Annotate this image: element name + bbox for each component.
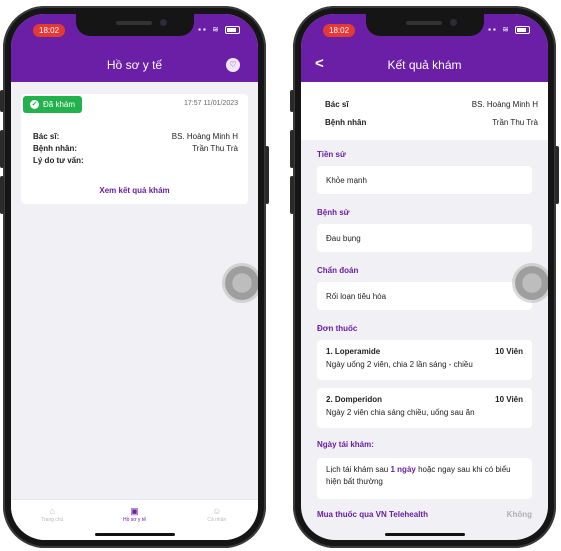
wifi-icon: ≋ <box>502 25 511 34</box>
home-icon: ⌂ <box>49 506 55 516</box>
power-button <box>555 146 559 204</box>
diagnosis-title: Chẩn đoán <box>317 266 359 275</box>
drug-quantity: 10 Viên <box>495 395 523 404</box>
tab-profile-label: Cá nhân <box>207 517 227 523</box>
patient-row: Bệnh nhân: Trần Thu Trà <box>33 144 238 153</box>
doctor-value: BS. Hoàng Minh H <box>471 100 538 109</box>
drug-quantity: 10 Viên <box>495 347 523 356</box>
check-icon: ✓ <box>30 100 39 109</box>
doctor-label: Bác sĩ <box>325 100 349 109</box>
diagnosis-field: Rối loạn tiêu hóa <box>317 282 532 310</box>
view-result-link[interactable]: Xem kết quả khám <box>21 186 248 195</box>
followup-text-before: Lịch tái khám sau <box>326 465 389 474</box>
assistive-touch-button[interactable] <box>225 266 258 300</box>
phone-frame-left: 18:02 ▪▪ ≋ Hồ sơ y tế ♡ ✓ Đã khám 17:57 … <box>0 6 269 548</box>
buy-medicine-value: Không <box>506 510 532 519</box>
illness-field: Đau bụng <box>317 224 532 252</box>
tab-home[interactable]: ⌂ Trang chủ <box>11 500 93 540</box>
screen-left: 18:02 ▪▪ ≋ Hồ sơ y tế ♡ ✓ Đã khám 17:57 … <box>11 14 258 540</box>
screen-right: 18:02 ▪▪ ≋ < Kết quả khám Bác sĩ BS. Hoà… <box>301 14 548 540</box>
tab-medical-records-label: Hồ sơ y tế <box>122 517 146 523</box>
drug-name: 1. Loperamide <box>326 347 381 356</box>
wifi-icon: ≋ <box>212 25 221 34</box>
illness-value: Đau bụng <box>326 233 361 243</box>
mute-switch <box>290 90 294 112</box>
record-icon: ▣ <box>130 506 139 516</box>
patient-label: Bệnh nhân: <box>33 144 77 153</box>
volume-up-button <box>290 130 294 168</box>
result-content: Bác sĩ BS. Hoàng Minh H Bệnh nhân Trần T… <box>301 82 548 540</box>
prescription-item: 1. Loperamide 10 Viên Ngày uống 2 viên, … <box>317 340 532 380</box>
patient-row: Bệnh nhân Trần Thu Trà <box>325 118 538 127</box>
doctor-label: Bác sĩ: <box>33 132 60 141</box>
doctor-patient-card: Bác sĩ BS. Hoàng Minh H Bệnh nhân Trần T… <box>301 82 548 140</box>
doctor-value: BS. Hoàng Minh H <box>171 132 238 141</box>
patient-value: Trần Thu Trà <box>492 118 538 127</box>
drug-name: 2. Domperidon <box>326 395 383 404</box>
page-title: Hồ sơ y tế <box>106 58 163 72</box>
patient-value: Trần Thu Trà <box>192 144 238 153</box>
illness-title: Bệnh sử <box>317 208 350 217</box>
record-datetime: 17:57 11/01/2023 <box>184 100 238 107</box>
home-indicator <box>384 533 465 536</box>
signal-icon: ▪▪ <box>488 25 498 34</box>
notch <box>75 14 194 36</box>
history-field: Khỏe mạnh <box>317 166 532 194</box>
prescription-item: 2. Domperidon 10 Viên Ngày 2 viên chia s… <box>317 388 532 428</box>
mute-switch <box>0 90 4 112</box>
reason-row: Lý do tư vấn: <box>33 156 238 165</box>
signal-icon: ▪▪ <box>198 25 208 34</box>
buy-medicine-label: Mua thuốc qua VN Telehealth <box>317 510 428 519</box>
followup-title: Ngày tái khám: <box>317 440 374 449</box>
page-title: Kết quả khám <box>387 58 462 72</box>
doctor-row: Bác sĩ: BS. Hoàng Minh H <box>33 132 238 141</box>
home-indicator <box>94 533 175 536</box>
drug-instructions: Ngày 2 viên chia sáng chiều, uống sau ăn <box>326 408 475 417</box>
battery-icon <box>225 25 240 34</box>
status-badge-label: Đã khám <box>43 100 76 109</box>
buy-medicine-row[interactable]: Mua thuốc qua VN Telehealth Không <box>317 510 532 519</box>
reason-label: Lý do tư vấn: <box>33 156 84 165</box>
battery-icon <box>515 25 530 34</box>
user-icon: ☺ <box>212 506 222 516</box>
status-time: 18:02 <box>33 24 66 37</box>
power-button <box>265 146 269 204</box>
doctor-row: Bác sĩ BS. Hoàng Minh H <box>325 100 538 109</box>
volume-up-button <box>0 130 4 168</box>
notch <box>365 14 484 36</box>
volume-down-button <box>290 176 294 214</box>
history-value: Khỏe mạnh <box>326 175 367 185</box>
diagnosis-value: Rối loạn tiêu hóa <box>326 291 387 301</box>
status-time: 18:02 <box>323 24 356 37</box>
followup-highlight: 1 ngày <box>390 465 416 474</box>
status-badge: ✓ Đã khám <box>23 96 83 113</box>
volume-down-button <box>0 176 4 214</box>
assistive-touch-button[interactable] <box>515 266 548 300</box>
followup-field: Lịch tái khám sau 1 ngày hoặc ngay sau k… <box>317 458 532 499</box>
tab-profile[interactable]: ☺ Cá nhân <box>176 500 258 540</box>
heart-badge-icon[interactable]: ♡ <box>226 58 240 72</box>
status-icons: ▪▪ ≋ <box>488 25 530 34</box>
tab-home-label: Trang chủ <box>41 517 64 523</box>
medical-record-card[interactable]: ✓ Đã khám 17:57 11/01/2023 Bác sĩ: BS. H… <box>21 94 248 204</box>
prescription-title: Đơn thuốc <box>317 324 358 333</box>
patient-label: Bệnh nhân <box>325 118 367 127</box>
status-icons: ▪▪ ≋ <box>198 25 240 34</box>
history-title: Tiền sử <box>317 150 346 159</box>
drug-instructions: Ngày uống 2 viên, chia 2 lần sáng - chiề… <box>326 360 473 369</box>
phone-frame-right: 18:02 ▪▪ ≋ < Kết quả khám Bác sĩ BS. Hoà… <box>290 6 559 548</box>
